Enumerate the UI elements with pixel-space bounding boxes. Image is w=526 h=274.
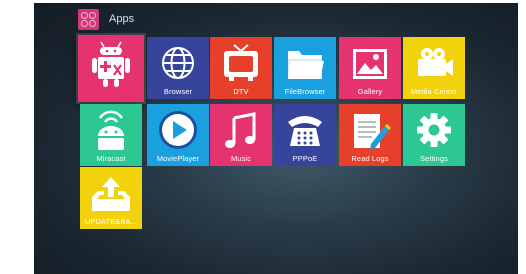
app-label: Gallery — [357, 87, 383, 96]
app-label: Music — [230, 154, 252, 163]
app-label: DTV — [233, 87, 249, 96]
app-label: Media Center — [410, 87, 458, 96]
app-tile-filebrowser[interactable]: FileBrowser — [274, 37, 336, 99]
app-tile-dtv[interactable]: DTV — [210, 37, 272, 99]
apps-grid-icon[interactable] — [78, 8, 99, 30]
app-tile-browser[interactable]: Browser — [147, 37, 209, 99]
app-label: UPDATE&BA... — [84, 217, 138, 226]
app-label: Read Logs — [351, 154, 389, 163]
app-label: FileBrowser — [284, 87, 326, 96]
app-label: MoviePlayer — [156, 154, 200, 163]
app-label: PPPoE — [292, 154, 318, 163]
app-tile-pppoe[interactable]: PPPoE — [274, 104, 336, 166]
app-tile-read-logs[interactable]: Read Logs — [339, 104, 401, 166]
app-tile-gallery[interactable]: Gallery — [339, 37, 401, 99]
launcher-screen: Apps Browser DTV FileBrowser Gallery Med… — [34, 3, 518, 274]
apps-header: Apps — [78, 8, 134, 30]
app-tile-update-backup[interactable]: UPDATE&BA... — [80, 167, 142, 229]
app-label: Miracast — [96, 154, 126, 163]
app-label: Settings — [420, 154, 448, 163]
app-tile-music[interactable]: Music — [210, 104, 272, 166]
app-tile-miracast[interactable]: Miracast — [80, 104, 142, 166]
app-tile-settings[interactable]: Settings — [403, 104, 465, 166]
page-title: Apps — [109, 13, 135, 25]
android-apk-installer-icon — [92, 41, 130, 87]
app-tile-apk-installer[interactable] — [78, 35, 144, 102]
app-tile-movieplayer[interactable]: MoviePlayer — [147, 104, 209, 166]
app-tile-media-center[interactable]: Media Center — [403, 37, 465, 99]
app-label: Browser — [163, 87, 193, 96]
